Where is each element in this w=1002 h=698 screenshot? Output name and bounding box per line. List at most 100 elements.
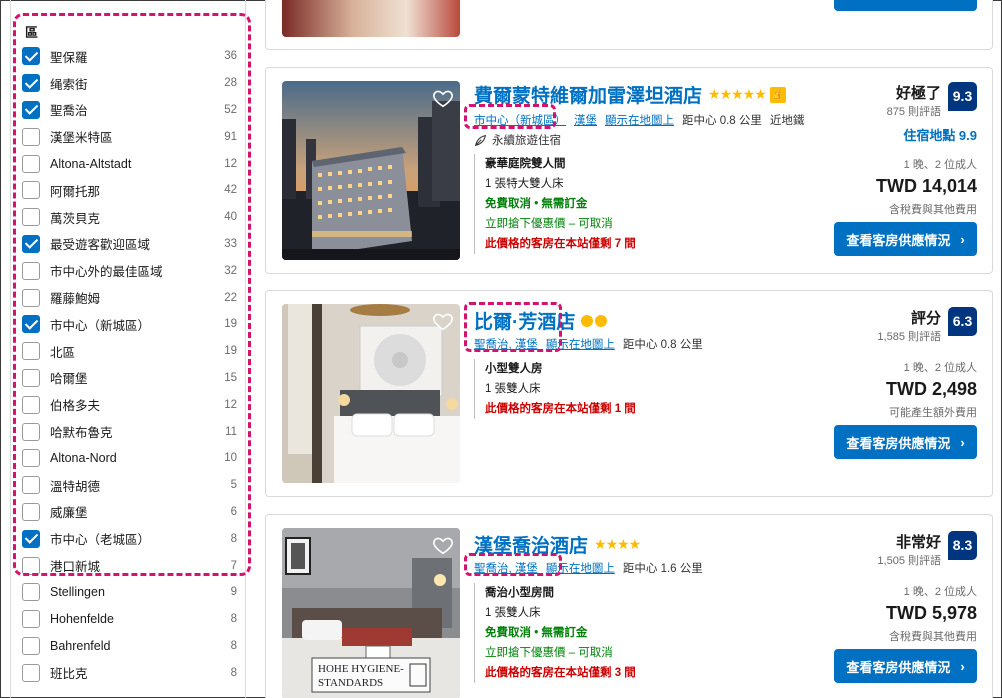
district-filter-option[interactable]: Altona-Altstadt 12 [21,150,237,177]
hotel-name-link[interactable]: 費爾蒙特維爾加雷澤坦酒店 [474,81,702,108]
checkbox[interactable] [22,636,40,655]
stay-details: 1 晚、2 位成人 [903,362,977,374]
checkbox[interactable] [22,315,40,334]
filter-label: 萬茨貝克 [50,211,101,226]
checkbox[interactable] [22,47,40,66]
chevron-right-icon: › [960,658,965,674]
district-filter-option[interactable]: Altona-Nord 10 [21,445,237,472]
checkbox[interactable] [22,261,40,280]
district-filter-option[interactable]: Bahrenfeld 8 [21,633,237,660]
distance-text: 距中心 0.8 公里 [682,115,762,127]
filter-count: 22 [224,291,237,304]
see-availability-button[interactable]: 查看客房供應情況 › [834,649,977,683]
filter-label: Altona-Nord [50,451,117,466]
district-filter-option[interactable]: 最受遊客歡迎區域 33 [21,231,237,258]
filter-count: 12 [224,157,237,170]
checkbox[interactable] [22,422,40,441]
district-filter-option[interactable]: 聖喬治 52 [21,97,237,124]
checkbox[interactable] [22,74,40,93]
hotel-photo[interactable] [282,81,460,260]
district-filter-option[interactable]: 绳索街 28 [21,70,237,97]
district-link[interactable]: 聖喬治, 漢堡 [474,336,538,352]
district-filter-option[interactable]: 聖保羅 36 [21,43,237,70]
checkbox[interactable] [22,449,40,468]
filter-count: 40 [224,211,237,224]
heart-icon[interactable] [432,534,454,556]
free-cancellation: 免費取消 • 無需訂金 [485,198,588,210]
checkbox[interactable] [22,288,40,307]
district-filter-option[interactable]: 哈默布魯克 11 [21,418,237,445]
checkbox[interactable] [22,610,40,629]
district-link[interactable]: 聖喬治, 漢堡 [474,560,538,576]
location-score: 住宿地點 9.9 [903,128,977,143]
tax-note: 含稅費與其他費用 [889,631,977,643]
checkbox[interactable] [22,234,40,253]
price: TWD 5,978 [885,603,977,623]
district-filter-option[interactable]: 市中心（新城區） 19 [21,311,237,338]
review-score[interactable]: 好極了 875 則評語 9.3 住宿地點 9.9 [777,82,977,144]
see-availability-button[interactable]: 查看客房供應情況 › [834,222,977,256]
district-filter-option[interactable]: 溫特胡德 5 [21,472,237,499]
filter-count: 19 [224,318,237,331]
show-on-map-link[interactable]: 顯示在地圖上 [546,560,615,576]
checkbox[interactable] [22,556,40,575]
filter-label: Hohenfelde [50,612,114,627]
leaf-icon [474,134,487,146]
tax-note: 可能產生額外費用 [889,407,977,419]
hotel-name-link[interactable]: 比爾·芳酒店 [474,307,575,334]
checkbox[interactable] [22,663,40,682]
district-filter-list: 聖保羅 36 绳索街 28 聖喬治 52 漢堡米特區 91 Altona-Altstadt 12 阿… [21,43,237,686]
heart-icon[interactable] [432,310,454,332]
filter-count: 52 [224,103,237,116]
district-filter-option[interactable]: 港口新城 7 [21,552,237,579]
filter-count: 33 [224,237,237,250]
district-filter-option[interactable]: 北區 19 [21,338,237,365]
availability-button[interactable] [834,0,977,11]
checkbox[interactable] [22,208,40,227]
heart-icon[interactable] [432,87,454,109]
district-filter-option[interactable]: Hohenfelde 8 [21,606,237,633]
checkbox[interactable] [22,395,40,414]
review-score[interactable]: 評分 1,585 則評語 6.3 [777,307,977,344]
district-filter-option[interactable]: Stellingen 9 [21,579,237,606]
district-filter-option[interactable]: 伯格多夫 12 [21,391,237,418]
checkbox[interactable] [22,476,40,495]
checkbox[interactable] [22,100,40,119]
chevron-right-icon: › [960,434,965,450]
district-filter-option[interactable]: 班比克 8 [21,659,237,686]
checkbox[interactable] [22,127,40,146]
district-filter-option[interactable]: 哈爾堡 15 [21,365,237,392]
district-filter-option[interactable]: 阿爾托那 42 [21,177,237,204]
review-score[interactable]: 非常好 1,505 則評語 8.3 [777,531,977,568]
district-filter-option[interactable]: 市中心（老城區） 8 [21,525,237,552]
district-link[interactable]: 市中心（新城區） [474,112,566,128]
hotel-name-link[interactable]: 漢堡喬治酒店 [474,531,588,558]
district-filter-option[interactable]: 萬茨貝克 40 [21,204,237,231]
checkbox[interactable] [22,342,40,361]
filter-count: 11 [225,425,237,438]
hotel-photo[interactable] [282,304,460,483]
filter-label: 北區 [50,345,76,360]
checkbox[interactable] [22,583,40,602]
filter-label: 市中心（老城區） [50,533,151,548]
show-on-map-link[interactable]: 顯示在地圖上 [605,112,674,128]
filter-count: 6 [230,505,237,518]
checkbox[interactable] [22,181,40,200]
district-filter-option[interactable]: 市中心外的最佳區域 32 [21,257,237,284]
checkbox[interactable] [22,502,40,521]
tax-note: 含稅費與其他費用 [889,204,977,216]
city-link[interactable]: 漢堡 [574,112,597,128]
see-availability-button[interactable]: 查看客房供應情況 › [834,425,977,459]
filter-label: 威廉堡 [50,506,88,521]
checkbox[interactable] [22,368,40,387]
hotel-photo[interactable]: HOHE HYGIENE- STANDARDS [282,528,460,698]
checkbox[interactable] [22,529,40,548]
checkbox[interactable] [22,154,40,173]
district-filter-option[interactable]: 威廉堡 6 [21,499,237,526]
hotel-photo[interactable] [282,0,460,37]
filter-label: Stellingen [50,585,105,600]
district-filter-option[interactable]: 漢堡米特區 91 [21,123,237,150]
filter-label: 哈爾堡 [50,372,88,387]
show-on-map-link[interactable]: 顯示在地圖上 [546,336,615,352]
district-filter-option[interactable]: 羅藤鮑姆 22 [21,284,237,311]
